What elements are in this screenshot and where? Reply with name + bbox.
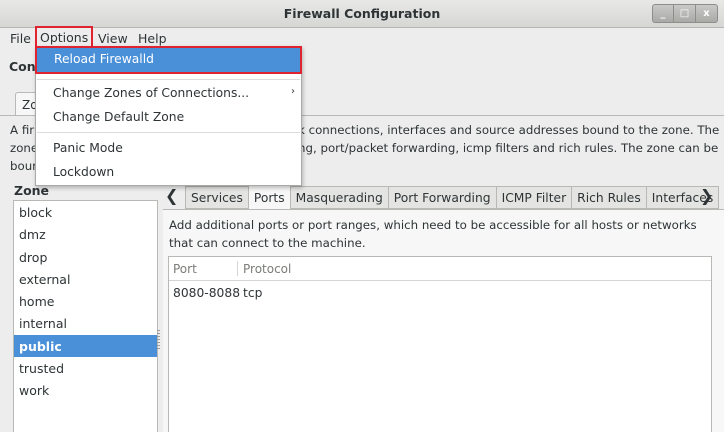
close-button[interactable]: x xyxy=(696,4,718,23)
zone-item-trusted[interactable]: trusted xyxy=(14,357,157,379)
window-title: Firewall Configuration xyxy=(283,6,441,21)
tab-port-forwarding[interactable]: Port Forwarding xyxy=(387,186,496,209)
zone-item-block[interactable]: block xyxy=(14,201,157,223)
menu-item-change-zones-of-connections[interactable]: Change Zones of Connections... › xyxy=(36,82,301,106)
menu-item-label: Change Zones of Connections... xyxy=(53,86,250,100)
tab-services[interactable]: Services xyxy=(185,186,248,209)
tab-ports[interactable]: Ports xyxy=(247,184,290,210)
column-header-protocol[interactable]: Protocol xyxy=(243,262,291,276)
zone-item-internal[interactable]: internal xyxy=(14,312,157,334)
desc-line2-right: ng, port/packet forwarding, icmp filters… xyxy=(298,141,719,155)
menu-separator xyxy=(37,79,300,80)
ports-description: Add additional ports or port ranges, whi… xyxy=(169,218,697,250)
column-separator xyxy=(237,261,238,276)
column-header-port[interactable]: Port xyxy=(173,262,197,276)
zone-item-external[interactable]: external xyxy=(14,268,157,290)
table-row[interactable]: 8080-8088 tcp xyxy=(169,281,711,305)
menu-item-lockdown[interactable]: Lockdown xyxy=(36,161,301,185)
zone-item-work[interactable]: work xyxy=(14,379,157,401)
menu-item-panic-mode[interactable]: Panic Mode xyxy=(36,137,301,161)
menu-file[interactable]: File xyxy=(8,31,33,46)
table-header: Port Protocol xyxy=(169,257,711,281)
desc-line1-right: k connections, interfaces and source add… xyxy=(298,123,720,137)
tabs-scroll-right-icon[interactable]: ❯ xyxy=(700,186,713,205)
zone-list: block dmz drop external home internal pu… xyxy=(13,200,158,432)
zone-settings-tabs: Services Ports Masquerading Port Forward… xyxy=(185,184,720,210)
tab-icmp-filter[interactable]: ICMP Filter xyxy=(495,186,572,209)
options-menu: Reload Firewalld Change Zones of Connect… xyxy=(35,46,302,186)
tabs-scroll-left-icon[interactable]: ❮ xyxy=(165,186,178,205)
tab-rich-rules[interactable]: Rich Rules xyxy=(571,186,646,209)
minimize-button[interactable]: _ xyxy=(652,4,674,23)
zone-item-drop[interactable]: drop xyxy=(14,246,157,268)
menu-item-change-default-zone[interactable]: Change Default Zone xyxy=(36,106,301,130)
desc-line2-left: zone xyxy=(10,141,39,155)
tab-masquerading[interactable]: Masquerading xyxy=(289,186,388,209)
zone-item-dmz[interactable]: dmz xyxy=(14,223,157,245)
port-cell: 8080-8088 xyxy=(173,286,241,300)
menu-view[interactable]: View xyxy=(96,31,130,46)
zone-item-public[interactable]: public xyxy=(14,334,157,358)
submenu-arrow-icon: › xyxy=(291,86,295,97)
menu-separator xyxy=(37,132,300,133)
desc-line1-left: A fir xyxy=(10,123,35,137)
window-controls: _ □ x xyxy=(652,4,718,23)
pane-resize-handle[interactable] xyxy=(157,330,160,350)
ports-table: Port Protocol 8080-8088 tcp xyxy=(168,256,712,432)
ports-panel: Add additional ports or port ranges, whi… xyxy=(163,210,724,432)
menu-options[interactable]: Options xyxy=(34,26,94,50)
menu-item-reload-firewalld[interactable]: Reload Firewalld xyxy=(35,46,302,74)
protocol-cell: tcp xyxy=(243,286,263,300)
zone-item-home[interactable]: home xyxy=(14,290,157,312)
menu-help[interactable]: Help xyxy=(136,31,169,46)
maximize-button[interactable]: □ xyxy=(674,4,696,23)
title-bar: Firewall Configuration _ □ x xyxy=(0,0,724,28)
desc-line3-left: bour xyxy=(10,159,38,173)
